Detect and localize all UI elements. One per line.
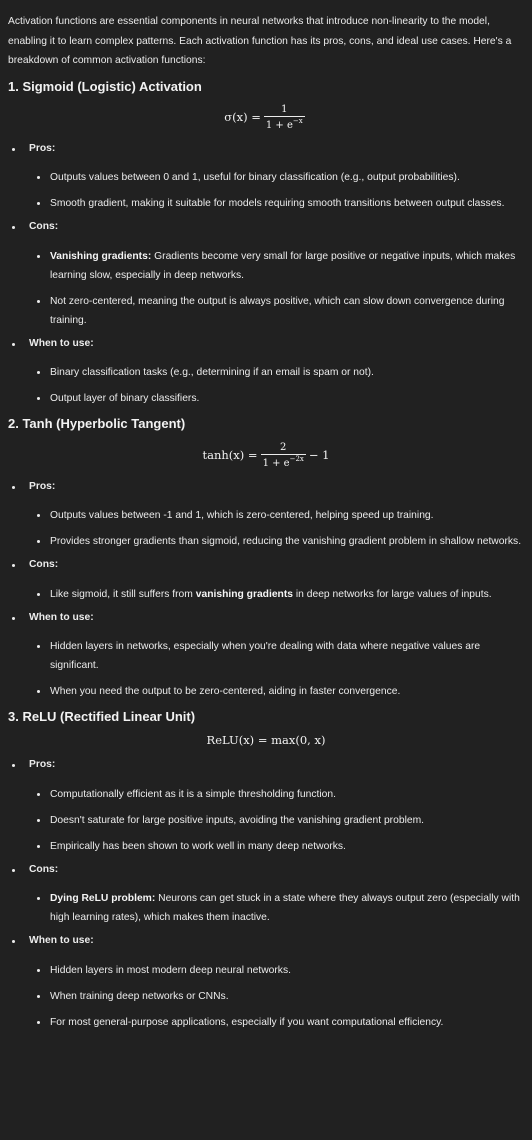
- item-text: Output layer of binary classifiers.: [50, 393, 200, 405]
- pros-list: Computationally efficient as it is a sim…: [29, 785, 524, 856]
- item-text: Hidden layers in most modern deep neural…: [50, 964, 291, 976]
- use-item: For most general-purpose applications, e…: [29, 1013, 524, 1032]
- formula-exponent: −x: [292, 116, 303, 125]
- item-text: Outputs values between -1 and 1, which i…: [50, 510, 434, 522]
- cons-item: Like sigmoid, it still suffers from vani…: [29, 585, 524, 604]
- section-1: 1. Sigmoid (Logistic) Activation σ(x) = 1 1…: [8, 78, 524, 409]
- cons-list: Vanishing gradients: Gradients become ve…: [29, 247, 524, 330]
- pros-item: Outputs values between -1 and 1, which i…: [29, 506, 524, 525]
- item-text: Smooth gradient, making it suitable for …: [50, 198, 505, 210]
- use-list: Hidden layers in networks, especially wh…: [29, 637, 524, 701]
- cons-label: Cons:: [29, 559, 59, 571]
- use-group: When to use: Hidden layers in networks, e…: [8, 611, 524, 702]
- item-text: Computationally efficient as it is a sim…: [50, 788, 336, 800]
- use-group: When to use: Hidden layers in most modern…: [8, 934, 524, 1032]
- item-text: Binary classification tasks (e.g., deter…: [50, 367, 374, 379]
- use-item: When you need the output to be zero-cent…: [29, 682, 524, 701]
- cons-item: Not zero-centered, meaning the output is…: [29, 292, 524, 330]
- pros-label: Pros:: [29, 759, 56, 771]
- formula-tail: − 1: [308, 447, 330, 462]
- item-text: Doesn't saturate for large positive inpu…: [50, 814, 425, 826]
- item-text: in deep networks for large values of inp…: [293, 588, 492, 600]
- formula-fraction: 11 + e−x: [263, 103, 305, 132]
- item-text: Not zero-centered, meaning the output is…: [50, 295, 505, 326]
- formula-lhs: σ(x) =: [224, 109, 261, 124]
- formula-lhs: tanh(x) =: [202, 447, 258, 462]
- pros-item: Provides stronger gradients than sigmoid…: [29, 532, 524, 551]
- formula-inline: ReLU(x) = max(0, x): [206, 733, 326, 748]
- section-2: 2. Tanh (Hyperbolic Tangent) tanh(x) = 2 1 …: [8, 415, 524, 701]
- use-label: When to use:: [29, 935, 94, 947]
- use-label: When to use:: [29, 611, 94, 623]
- use-list: Binary classification tasks (e.g., deter…: [29, 363, 524, 408]
- response-content: Activation functions are essential compo…: [0, 0, 532, 1032]
- formula-numerator: 1: [281, 103, 288, 115]
- formula-denominator: 1 + e−2x: [260, 453, 306, 470]
- pros-list: Outputs values between 0 and 1, useful f…: [29, 168, 524, 213]
- use-group: When to use: Binary classification tasks …: [8, 337, 524, 409]
- cons-label: Cons:: [29, 221, 59, 233]
- item-text: For most general-purpose applications, e…: [50, 1016, 444, 1028]
- formula-fraction: 21 + e−2x: [260, 441, 306, 470]
- bold-term: Vanishing gradients:: [50, 250, 152, 262]
- use-item: Binary classification tasks (e.g., deter…: [29, 363, 524, 382]
- formula-denominator: 1 + e−x: [263, 115, 305, 132]
- use-item: When training deep networks or CNNs.: [29, 987, 524, 1006]
- cons-group: Cons: Like sigmoid, it still suffers from…: [8, 558, 524, 603]
- section-heading: 2. Tanh (Hyperbolic Tangent): [8, 416, 186, 432]
- pros-label: Pros:: [29, 142, 56, 154]
- formula-denominator-base: 1 + e: [265, 119, 293, 131]
- pros-item: Smooth gradient, making it suitable for …: [29, 194, 524, 213]
- item-text: Like sigmoid, it still suffers from: [50, 588, 196, 600]
- formula-exponent: −2x: [289, 454, 304, 463]
- use-item: Hidden layers in most modern deep neural…: [29, 961, 524, 980]
- pros-item: Outputs values between 0 and 1, useful f…: [29, 168, 524, 187]
- formula-denominator-base: 1 + e: [262, 457, 290, 469]
- pros-item: Empirically has been shown to work well …: [29, 837, 524, 856]
- use-item: Output layer of binary classifiers.: [29, 389, 524, 408]
- item-text: When training deep networks or CNNs.: [50, 990, 229, 1002]
- cons-item: Vanishing gradients: Gradients become ve…: [29, 247, 524, 285]
- use-list: Hidden layers in most modern deep neural…: [29, 961, 524, 1032]
- item-text: Hidden layers in networks, especially wh…: [50, 641, 481, 672]
- pros-item: Doesn't saturate for large positive inpu…: [29, 811, 524, 830]
- formula-numerator: 2: [280, 441, 287, 453]
- cons-group: Cons: Vanishing gradients: Gradients beco…: [8, 220, 524, 330]
- item-text: Outputs values between 0 and 1, useful f…: [50, 172, 460, 184]
- section-heading: 1. Sigmoid (Logistic) Activation: [8, 78, 202, 94]
- cons-item: Dying ReLU problem: Neurons can get stuc…: [29, 889, 524, 927]
- formula: σ(x) = 1 1 + e−x: [8, 104, 524, 132]
- pros-label: Pros:: [29, 480, 56, 492]
- cons-label: Cons:: [29, 863, 59, 875]
- bold-term: vanishing gradients: [195, 588, 294, 600]
- pros-group: Pros: Outputs values between 0 and 1, use…: [8, 142, 524, 214]
- use-item: Hidden layers in networks, especially wh…: [29, 637, 524, 675]
- pros-group: Pros: Computationally efficient as it is …: [8, 758, 524, 856]
- cons-list: Dying ReLU problem: Neurons can get stuc…: [29, 889, 524, 927]
- item-text: Provides stronger gradients than sigmoid…: [50, 536, 522, 548]
- section-heading: 3. ReLU (Rectified Linear Unit): [8, 709, 196, 725]
- cons-group: Cons: Dying ReLU problem: Neurons can get…: [8, 863, 524, 928]
- bold-term: Dying ReLU problem:: [50, 893, 156, 905]
- pros-group: Pros: Outputs values between -1 and 1, wh…: [8, 480, 524, 552]
- section-3: 3. ReLU (Rectified Linear Unit) ReLU(x) =…: [8, 708, 524, 1032]
- cons-list: Like sigmoid, it still suffers from vani…: [29, 585, 524, 604]
- pros-item: Computationally efficient as it is a sim…: [29, 785, 524, 804]
- intro-paragraph: Activation functions are essential compo…: [8, 16, 512, 67]
- formula: tanh(x) = 2 1 + e−2x − 1: [8, 442, 524, 470]
- formula: ReLU(x) = max(0, x): [8, 733, 524, 748]
- use-label: When to use:: [29, 337, 94, 349]
- item-text: When you need the output to be zero-cent…: [50, 686, 401, 698]
- sections-container: 1. Sigmoid (Logistic) Activation σ(x) = 1 1…: [8, 78, 524, 1032]
- item-text: Empirically has been shown to work well …: [50, 840, 346, 852]
- pros-list: Outputs values between -1 and 1, which i…: [29, 506, 524, 551]
